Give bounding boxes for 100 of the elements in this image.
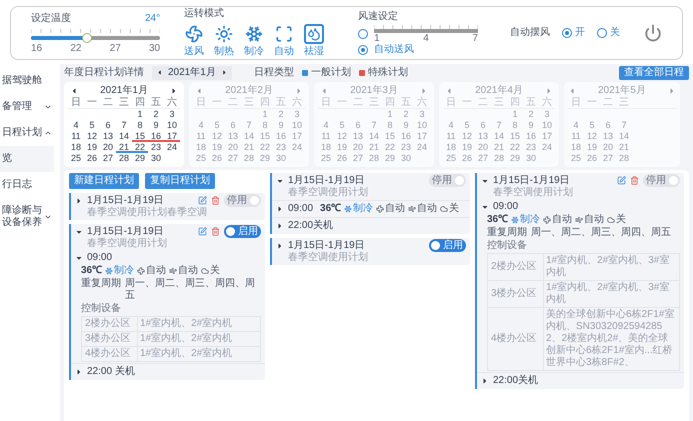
- calendar-day[interactable]: 9: [523, 120, 539, 131]
- calendar-day[interactable]: 8: [382, 120, 398, 131]
- calendar-day[interactable]: 28: [616, 153, 632, 164]
- sidebar-item[interactable]: 据驾驶舱: [0, 68, 54, 94]
- calendar-day[interactable]: 17: [164, 131, 180, 142]
- calendar-day[interactable]: 13: [350, 131, 366, 142]
- expand-caret-icon[interactable]: [481, 377, 489, 385]
- calendar-day[interactable]: 3: [289, 109, 305, 120]
- calendar-day[interactable]: 28: [491, 153, 507, 164]
- calendar-day[interactable]: 20: [600, 142, 616, 153]
- mode-button[interactable]: 制热: [214, 24, 234, 58]
- calendar-day[interactable]: 24: [289, 142, 305, 153]
- sidebar-item[interactable]: 日程计划: [0, 120, 54, 146]
- calendar-day[interactable]: 4: [568, 120, 584, 131]
- sidebar-item[interactable]: 备管理: [0, 94, 54, 120]
- calendar-day[interactable]: 6: [225, 120, 241, 131]
- calendar-day[interactable]: 30: [273, 153, 289, 164]
- toggle-switch[interactable]: 停用: [643, 174, 680, 187]
- calendar-day[interactable]: 13: [100, 131, 116, 142]
- calendar-day[interactable]: 10: [414, 120, 430, 131]
- calendar-day[interactable]: 14: [366, 131, 382, 142]
- calendar-day[interactable]: 13: [475, 131, 491, 142]
- calendar-day[interactable]: 28: [241, 153, 257, 164]
- calendar-day[interactable]: 23: [148, 142, 164, 153]
- calendar-day[interactable]: 5: [84, 120, 100, 131]
- calendar-day[interactable]: 16: [148, 131, 164, 142]
- calendar-day[interactable]: 26: [459, 153, 475, 164]
- calendar-day[interactable]: 27: [225, 153, 241, 164]
- calendar-day[interactable]: 4: [318, 120, 334, 131]
- swing-radio[interactable]: [562, 28, 572, 38]
- calendar-day[interactable]: 14: [116, 131, 132, 142]
- calendar-day[interactable]: 11: [443, 131, 459, 142]
- calendar-day[interactable]: 11: [568, 131, 584, 142]
- calendar-day[interactable]: 11: [68, 131, 84, 142]
- calendar-day[interactable]: 30: [148, 153, 164, 164]
- calendar-day[interactable]: 26: [209, 153, 225, 164]
- calendar-day[interactable]: 19: [84, 142, 100, 153]
- calendar-day[interactable]: 15: [257, 131, 273, 142]
- calendar-day[interactable]: 3: [164, 109, 180, 120]
- calendar-day[interactable]: 19: [459, 142, 475, 153]
- calendar-day[interactable]: 14: [491, 131, 507, 142]
- calendar-day[interactable]: 3: [414, 109, 430, 120]
- calendar-day[interactable]: 18: [68, 142, 84, 153]
- calendar-day[interactable]: 25: [568, 153, 584, 164]
- calendar-day[interactable]: 19: [209, 142, 225, 153]
- calendar-day[interactable]: 9: [273, 120, 289, 131]
- calendar-day[interactable]: 17: [289, 131, 305, 142]
- power-icon[interactable]: [644, 24, 662, 42]
- calendar-day[interactable]: 22: [382, 142, 398, 153]
- calendar-day[interactable]: 27: [350, 153, 366, 164]
- edit-icon[interactable]: [198, 196, 207, 205]
- next-month-icon[interactable]: [170, 87, 178, 95]
- calendar-day[interactable]: 5: [459, 120, 475, 131]
- calendar-day[interactable]: 8: [132, 120, 148, 131]
- calendar-day[interactable]: 20: [100, 142, 116, 153]
- calendar-day[interactable]: 21: [616, 142, 632, 153]
- calendar-day[interactable]: 4: [68, 120, 84, 131]
- calendar-day[interactable]: 30: [523, 153, 539, 164]
- calendar-day[interactable]: 8: [507, 120, 523, 131]
- toggle-switch[interactable]: 启用: [224, 225, 261, 238]
- calendar-day[interactable]: 17: [414, 131, 430, 142]
- calendar-day[interactable]: 20: [225, 142, 241, 153]
- calendar-day[interactable]: 15: [132, 131, 148, 142]
- calendar-day[interactable]: 1: [257, 109, 273, 120]
- calendar-day[interactable]: 11: [193, 131, 209, 142]
- calendar-day[interactable]: 1: [132, 109, 148, 120]
- trash-icon[interactable]: [630, 176, 639, 185]
- calendar-day[interactable]: 20: [350, 142, 366, 153]
- calendar-day[interactable]: 18: [318, 142, 334, 153]
- calendar-day[interactable]: 23: [398, 142, 414, 153]
- expand-caret-icon[interactable]: [276, 205, 284, 213]
- edit-icon[interactable]: [617, 176, 626, 185]
- calendar-day[interactable]: 2: [273, 109, 289, 120]
- calendar-day[interactable]: 25: [443, 153, 459, 164]
- calendar-day[interactable]: 21: [366, 142, 382, 153]
- calendar-day[interactable]: 1: [507, 109, 523, 120]
- expand-caret-icon[interactable]: [276, 242, 284, 250]
- calendar-day[interactable]: 18: [443, 142, 459, 153]
- calendar-day[interactable]: 29: [507, 153, 523, 164]
- toggle-switch[interactable]: 停用: [429, 174, 466, 187]
- calendar-day[interactable]: 26: [84, 153, 100, 164]
- expand-caret-icon[interactable]: [75, 196, 83, 204]
- calendar-day[interactable]: 18: [193, 142, 209, 153]
- mode-button[interactable]: 送风: [184, 24, 204, 58]
- slider-thumb[interactable]: [82, 32, 92, 42]
- expand-caret-icon[interactable]: [75, 368, 83, 376]
- calendar-day[interactable]: 24: [414, 142, 430, 153]
- wind-speed-slider[interactable]: [374, 28, 478, 32]
- calendar-day[interactable]: 12: [84, 131, 100, 142]
- calendar-day[interactable]: 10: [164, 120, 180, 131]
- action-button[interactable]: 复制日程计划: [145, 173, 215, 189]
- calendar-day[interactable]: 25: [193, 153, 209, 164]
- calendar-day[interactable]: 26: [584, 153, 600, 164]
- calendar-day[interactable]: 30: [398, 153, 414, 164]
- calendar-day[interactable]: 10: [289, 120, 305, 131]
- calendar-day[interactable]: 1: [382, 109, 398, 120]
- calendar-day[interactable]: 25: [68, 153, 84, 164]
- calendar-day[interactable]: 28: [366, 153, 382, 164]
- calendar-day[interactable]: 2: [523, 109, 539, 120]
- calendar-day[interactable]: 29: [132, 153, 148, 164]
